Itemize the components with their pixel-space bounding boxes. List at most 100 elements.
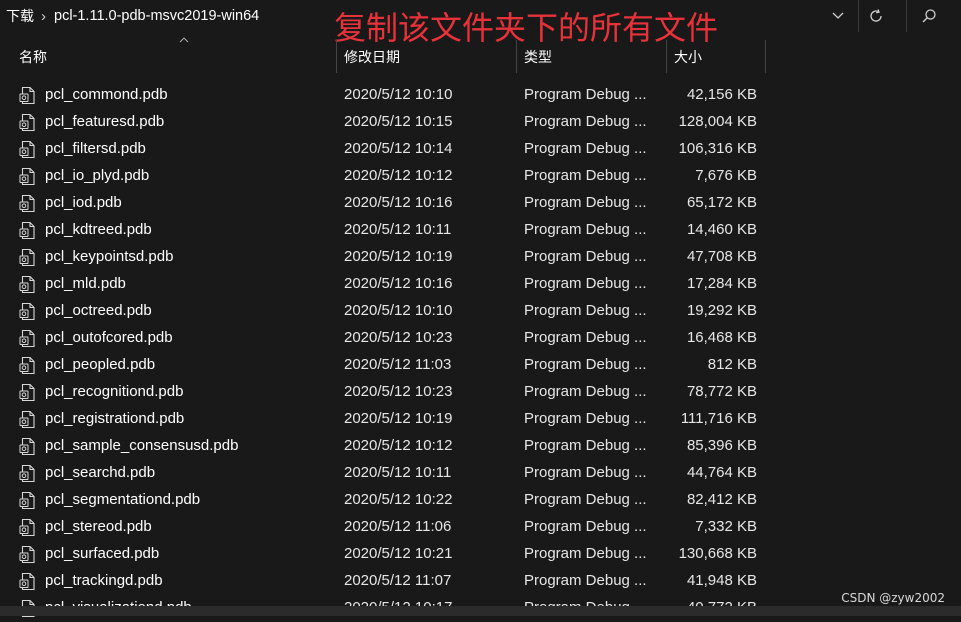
column-type[interactable]: 类型 (516, 40, 666, 73)
file-name: pcl_segmentationd.pdb (45, 491, 201, 508)
pdb-file-icon (19, 194, 37, 213)
file-name: pcl_io_plyd.pdb (45, 167, 150, 184)
pdb-file-icon (19, 437, 37, 456)
file-name: pcl_sample_consensusd.pdb (45, 437, 239, 454)
breadcrumb: 下载 › pcl-1.11.0-pdb-msvc2019-win64 (6, 6, 259, 26)
file-name: pcl_stereod.pdb (45, 518, 152, 535)
file-type: Program Debug ... (524, 491, 647, 508)
file-type: Program Debug ... (524, 329, 647, 346)
pdb-file-icon (19, 248, 37, 267)
table-row[interactable]: pcl_featuresd.pdb 2020/5/12 10:15 Program … (0, 109, 961, 136)
table-row[interactable]: pcl_octreed.pdb 2020/5/12 10:10 Program De… (0, 298, 961, 325)
file-modified-date: 2020/5/12 10:23 (344, 383, 453, 400)
column-name[interactable]: 名称 (12, 37, 336, 73)
table-row[interactable]: pcl_trackingd.pdb 2020/5/12 11:07 Program … (0, 568, 961, 595)
table-row[interactable]: pcl_stereod.pdb 2020/5/12 11:06 Program De… (0, 514, 961, 541)
file-type: Program Debug ... (524, 113, 647, 130)
table-row[interactable]: pcl_kdtreed.pdb 2020/5/12 10:11 Program De… (0, 217, 961, 244)
column-header: 名称 修改日期 类型 大小 (0, 37, 961, 73)
column-type-label: 类型 (524, 48, 552, 65)
file-modified-date: 2020/5/12 11:03 (344, 356, 452, 373)
pdb-file-icon (19, 140, 37, 159)
file-name: pcl_iod.pdb (45, 194, 122, 211)
file-size: 42,156 KB (686, 86, 757, 103)
file-size: 82,412 KB (686, 491, 757, 508)
table-row[interactable]: pcl_segmentationd.pdb 2020/5/12 10:22 Prog… (0, 487, 961, 514)
watermark: CSDN @zyw2002 (841, 591, 945, 605)
file-name: pcl_filtersd.pdb (45, 140, 146, 157)
chevron-down-icon (832, 12, 844, 19)
file-type: Program Debug ... (524, 140, 647, 157)
address-dropdown-button[interactable] (822, 0, 854, 32)
file-size: 17,284 KB (686, 275, 757, 292)
file-type: Program Debug ... (524, 275, 647, 292)
file-modified-date: 2020/5/12 10:19 (344, 248, 453, 265)
column-date[interactable]: 修改日期 (336, 40, 516, 73)
file-size: 128,004 KB (678, 113, 757, 130)
file-name: pcl_peopled.pdb (45, 356, 156, 373)
breadcrumb-separator-icon[interactable]: › (41, 8, 46, 25)
pdb-file-icon (19, 383, 37, 402)
sort-up-icon (179, 37, 189, 43)
search-icon (922, 9, 936, 23)
horizontal-scrollbar[interactable] (0, 606, 961, 616)
refresh-button[interactable] (858, 0, 893, 32)
file-name: pcl_keypointsd.pdb (45, 248, 174, 265)
table-row[interactable]: pcl_peopled.pdb 2020/5/12 11:03 Program De… (0, 352, 961, 379)
table-row[interactable]: pcl_filtersd.pdb 2020/5/12 10:14 Program D… (0, 136, 961, 163)
file-size: 14,460 KB (686, 221, 757, 238)
pdb-file-icon (19, 518, 37, 537)
pdb-file-icon (19, 113, 37, 132)
breadcrumb-current[interactable]: pcl-1.11.0-pdb-msvc2019-win64 (54, 8, 259, 24)
table-row[interactable]: pcl_recognitiond.pdb 2020/5/12 10:23 Progr… (0, 379, 961, 406)
table-row[interactable]: pcl_registrationd.pdb 2020/5/12 10:19 Prog… (0, 406, 961, 433)
column-size[interactable]: 大小 (666, 40, 766, 73)
pdb-file-icon (19, 410, 37, 429)
refresh-icon (870, 9, 882, 22)
search-input[interactable] (906, 0, 961, 32)
table-row[interactable]: pcl_outofcored.pdb 2020/5/12 10:23 Program… (0, 325, 961, 352)
file-type: Program Debug ... (524, 437, 647, 454)
table-row[interactable]: pcl_mld.pdb 2020/5/12 10:16 Program Debug … (0, 271, 961, 298)
table-row[interactable]: pcl_sample_consensusd.pdb 2020/5/12 10:12… (0, 433, 961, 460)
file-modified-date: 2020/5/12 10:16 (344, 275, 453, 292)
file-name: pcl_searchd.pdb (45, 464, 156, 481)
file-modified-date: 2020/5/12 11:07 (344, 572, 452, 589)
pdb-file-icon (19, 491, 37, 510)
table-row[interactable]: pcl_commond.pdb 2020/5/12 10:10 Program De… (0, 82, 961, 109)
file-name: pcl_surfaced.pdb (45, 545, 160, 562)
file-modified-date: 2020/5/12 10:22 (344, 491, 453, 508)
file-type: Program Debug ... (524, 302, 647, 319)
pdb-file-icon (19, 167, 37, 186)
table-row[interactable]: pcl_io_plyd.pdb 2020/5/12 10:12 Program De… (0, 163, 961, 190)
file-type: Program Debug ... (524, 221, 647, 238)
file-type: Program Debug ... (524, 356, 647, 373)
file-type: Program Debug ... (524, 464, 647, 481)
file-name: pcl_outofcored.pdb (45, 329, 173, 346)
file-modified-date: 2020/5/12 11:06 (344, 518, 452, 535)
table-row[interactable]: pcl_iod.pdb 2020/5/12 10:16 Program Debug … (0, 190, 961, 217)
file-name: pcl_octreed.pdb (45, 302, 152, 319)
file-size: 41,948 KB (686, 572, 757, 589)
file-size: 19,292 KB (686, 302, 757, 319)
table-row[interactable]: pcl_searchd.pdb 2020/5/12 10:11 Program De… (0, 460, 961, 487)
table-row[interactable]: pcl_keypointsd.pdb 2020/5/12 10:19 Program… (0, 244, 961, 271)
file-modified-date: 2020/5/12 10:11 (344, 221, 452, 238)
file-size: 106,316 KB (678, 140, 757, 157)
file-size: 111,716 KB (680, 410, 757, 427)
file-modified-date: 2020/5/12 10:16 (344, 194, 453, 211)
file-type: Program Debug ... (524, 86, 647, 103)
file-name: pcl_featuresd.pdb (45, 113, 165, 130)
file-modified-date: 2020/5/12 10:10 (344, 86, 453, 103)
file-size: 130,668 KB (678, 545, 757, 562)
table-row[interactable]: pcl_surfaced.pdb 2020/5/12 10:21 Program D… (0, 541, 961, 568)
file-modified-date: 2020/5/12 10:11 (344, 464, 452, 481)
file-size: 78,772 KB (686, 383, 757, 400)
file-modified-date: 2020/5/12 10:21 (344, 545, 453, 562)
file-type: Program Debug ... (524, 248, 647, 265)
file-size: 812 KB (707, 356, 757, 373)
pdb-file-icon (19, 329, 37, 348)
column-date-label: 修改日期 (344, 48, 400, 65)
breadcrumb-parent[interactable]: 下载 (6, 6, 34, 26)
pdb-file-icon (19, 86, 37, 105)
